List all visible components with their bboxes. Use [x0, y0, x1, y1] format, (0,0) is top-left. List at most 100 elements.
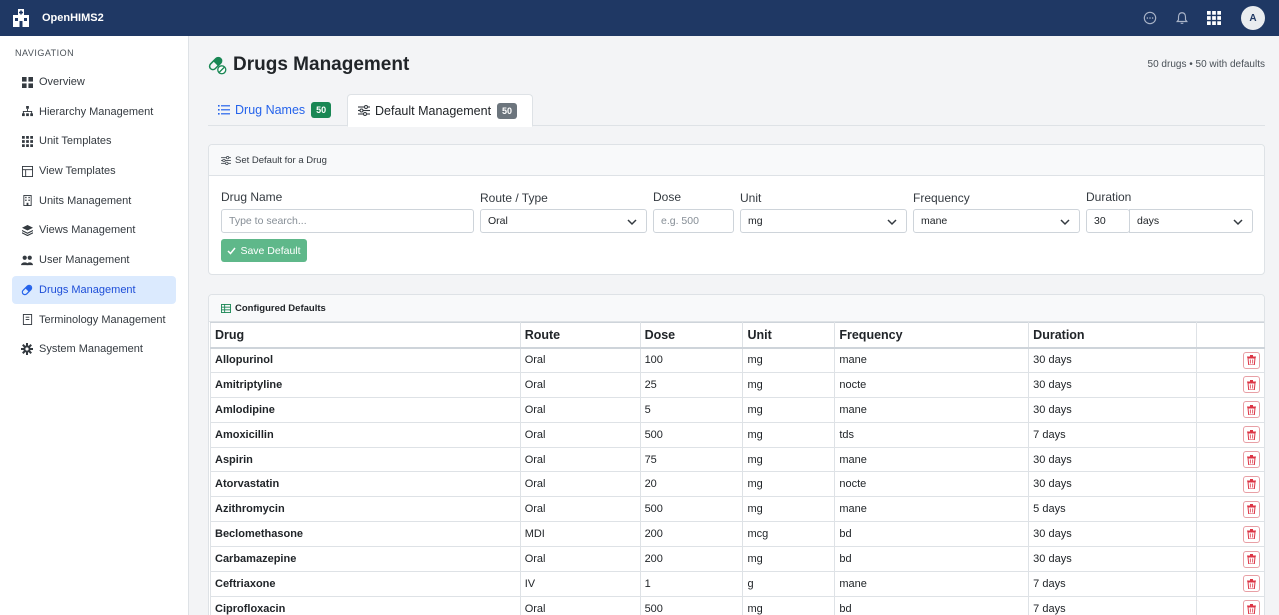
- unit-select[interactable]: mg: [740, 209, 907, 233]
- unit-label: Unit: [740, 191, 762, 205]
- sidebar-item-user-management[interactable]: User Management: [12, 246, 176, 274]
- cell-frequency: mane: [834, 446, 1030, 473]
- cell-dose: 500: [639, 496, 744, 523]
- sliders-icon: [358, 105, 370, 116]
- card-title: Configured Defaults: [235, 302, 326, 314]
- sidebar-item-label: Hierarchy Management: [39, 105, 154, 118]
- cell-drug: Atorvastatin: [210, 471, 521, 498]
- check-icon: [227, 247, 237, 255]
- delete-button[interactable]: [1243, 351, 1260, 369]
- brand[interactable]: OpenHIMS2: [11, 8, 104, 28]
- frequency-label: Frequency: [913, 191, 970, 205]
- sidebar-item-unit-templates[interactable]: Unit Templates: [12, 127, 176, 155]
- chevron-down-icon: [1060, 219, 1070, 226]
- cell-actions: [1196, 521, 1265, 548]
- page-stats: 50 drugs • 50 with defaults: [1147, 59, 1265, 70]
- column-header-route[interactable]: Route: [519, 322, 641, 349]
- frequency-select[interactable]: mane: [913, 209, 1080, 233]
- delete-button[interactable]: [1243, 575, 1260, 593]
- cell-dose: 200: [639, 521, 744, 548]
- delete-button[interactable]: [1243, 376, 1260, 394]
- sidebar-item-label: Units Management: [39, 194, 132, 207]
- drug-name-input[interactable]: Type to search...: [221, 209, 474, 233]
- cell-route: Oral: [519, 546, 641, 573]
- sidebar-item-views-management[interactable]: Views Management: [12, 216, 176, 244]
- users-icon: [21, 254, 33, 266]
- column-header-frequency[interactable]: Frequency: [834, 322, 1030, 349]
- capsule-icon: [208, 56, 227, 74]
- dose-input[interactable]: e.g. 500: [653, 209, 734, 233]
- tab-drug-names[interactable]: Drug Names 50: [208, 94, 345, 126]
- delete-button[interactable]: [1243, 475, 1260, 493]
- table-row: Amitriptyline Oral 25 mg nocte 30 days: [210, 371, 1265, 398]
- cell-duration: 7 days: [1028, 595, 1197, 615]
- chat-icon[interactable]: [1142, 10, 1158, 26]
- tab-default-management[interactable]: Default Management 50: [347, 94, 533, 127]
- frequency-value: mane: [921, 215, 948, 227]
- cell-actions: [1196, 421, 1265, 448]
- column-header-duration[interactable]: Duration: [1028, 322, 1197, 349]
- delete-button[interactable]: [1243, 500, 1260, 518]
- cell-dose: 75: [639, 446, 744, 473]
- cell-drug: Carbamazepine: [210, 546, 521, 573]
- drug-name-label: Drug Name: [221, 190, 283, 204]
- sidebar-item-drugs-management[interactable]: Drugs Management: [12, 275, 176, 304]
- delete-button[interactable]: [1243, 600, 1260, 615]
- unit-value: mg: [748, 215, 763, 227]
- cell-duration: 30 days: [1028, 446, 1197, 473]
- cell-duration: 30 days: [1028, 546, 1197, 573]
- cell-unit: mg: [742, 595, 836, 615]
- sidebar-item-hierarchy-management[interactable]: Hierarchy Management: [12, 98, 176, 126]
- cell-duration: 30 days: [1028, 347, 1197, 373]
- cell-unit: mg: [742, 496, 836, 523]
- sidebar-item-system-management[interactable]: System Management: [12, 335, 176, 363]
- cell-route: IV: [519, 571, 641, 597]
- cell-unit: mg: [742, 446, 836, 473]
- delete-button[interactable]: [1243, 451, 1260, 468]
- cell-route: Oral: [519, 371, 641, 398]
- trash-icon: [1247, 603, 1256, 614]
- cell-frequency: nocte: [834, 471, 1030, 498]
- cell-route: Oral: [519, 595, 641, 615]
- cell-duration: 30 days: [1028, 471, 1197, 498]
- cell-duration: 30 days: [1028, 371, 1197, 398]
- duration-unit-value: days: [1137, 215, 1160, 227]
- table-row: Ceftriaxone IV 1 g mane 7 days: [210, 571, 1265, 597]
- save-default-button[interactable]: Save Default: [221, 239, 307, 262]
- route-select[interactable]: Oral: [480, 209, 647, 233]
- sidebar-item-overview[interactable]: Overview: [12, 68, 176, 96]
- delete-button[interactable]: [1243, 401, 1260, 419]
- trash-icon: [1247, 454, 1256, 465]
- column-header-unit[interactable]: Unit: [742, 322, 836, 349]
- trash-icon: [1247, 379, 1256, 390]
- cell-duration: 7 days: [1028, 571, 1197, 597]
- cell-route: MDI: [519, 521, 641, 548]
- delete-button[interactable]: [1243, 525, 1260, 543]
- user-avatar[interactable]: A: [1241, 6, 1265, 30]
- apps-grid-icon[interactable]: [1206, 10, 1222, 26]
- sidebar-item-units-management[interactable]: Units Management: [12, 187, 176, 215]
- column-header-dose[interactable]: Dose: [639, 322, 744, 349]
- table-row: Ciprofloxacin Oral 500 mg bd 7 days: [210, 595, 1265, 615]
- cell-drug: Allopurinol: [210, 347, 521, 373]
- column-header-drug[interactable]: Drug: [210, 322, 521, 349]
- cell-duration: 7 days: [1028, 421, 1197, 448]
- set-default-card: Set Default for a Drug Drug Name Type to…: [208, 144, 1265, 275]
- cell-dose: 200: [639, 546, 744, 573]
- sidebar-item-terminology-management[interactable]: Terminology Management: [12, 306, 176, 334]
- delete-button[interactable]: [1243, 426, 1260, 444]
- cell-unit: mg: [742, 396, 836, 423]
- cell-frequency: mane: [834, 396, 1030, 423]
- duration-input[interactable]: 30: [1086, 209, 1130, 233]
- delete-button[interactable]: [1243, 550, 1260, 568]
- table-row: Aspirin Oral 75 mg mane 30 days: [210, 446, 1265, 473]
- duration-unit-select[interactable]: days: [1129, 209, 1253, 233]
- trash-icon: [1247, 529, 1256, 540]
- tab-bar: Drug Names 50 Default Management 50: [208, 94, 1265, 127]
- cell-duration: 30 days: [1028, 396, 1197, 423]
- sidebar-item-view-templates[interactable]: View Templates: [12, 157, 176, 185]
- sidebar-item-label: Terminology Management: [39, 313, 166, 326]
- bell-icon[interactable]: [1174, 10, 1190, 26]
- app-name: OpenHIMS2: [42, 12, 104, 24]
- layers-icon: [21, 224, 33, 236]
